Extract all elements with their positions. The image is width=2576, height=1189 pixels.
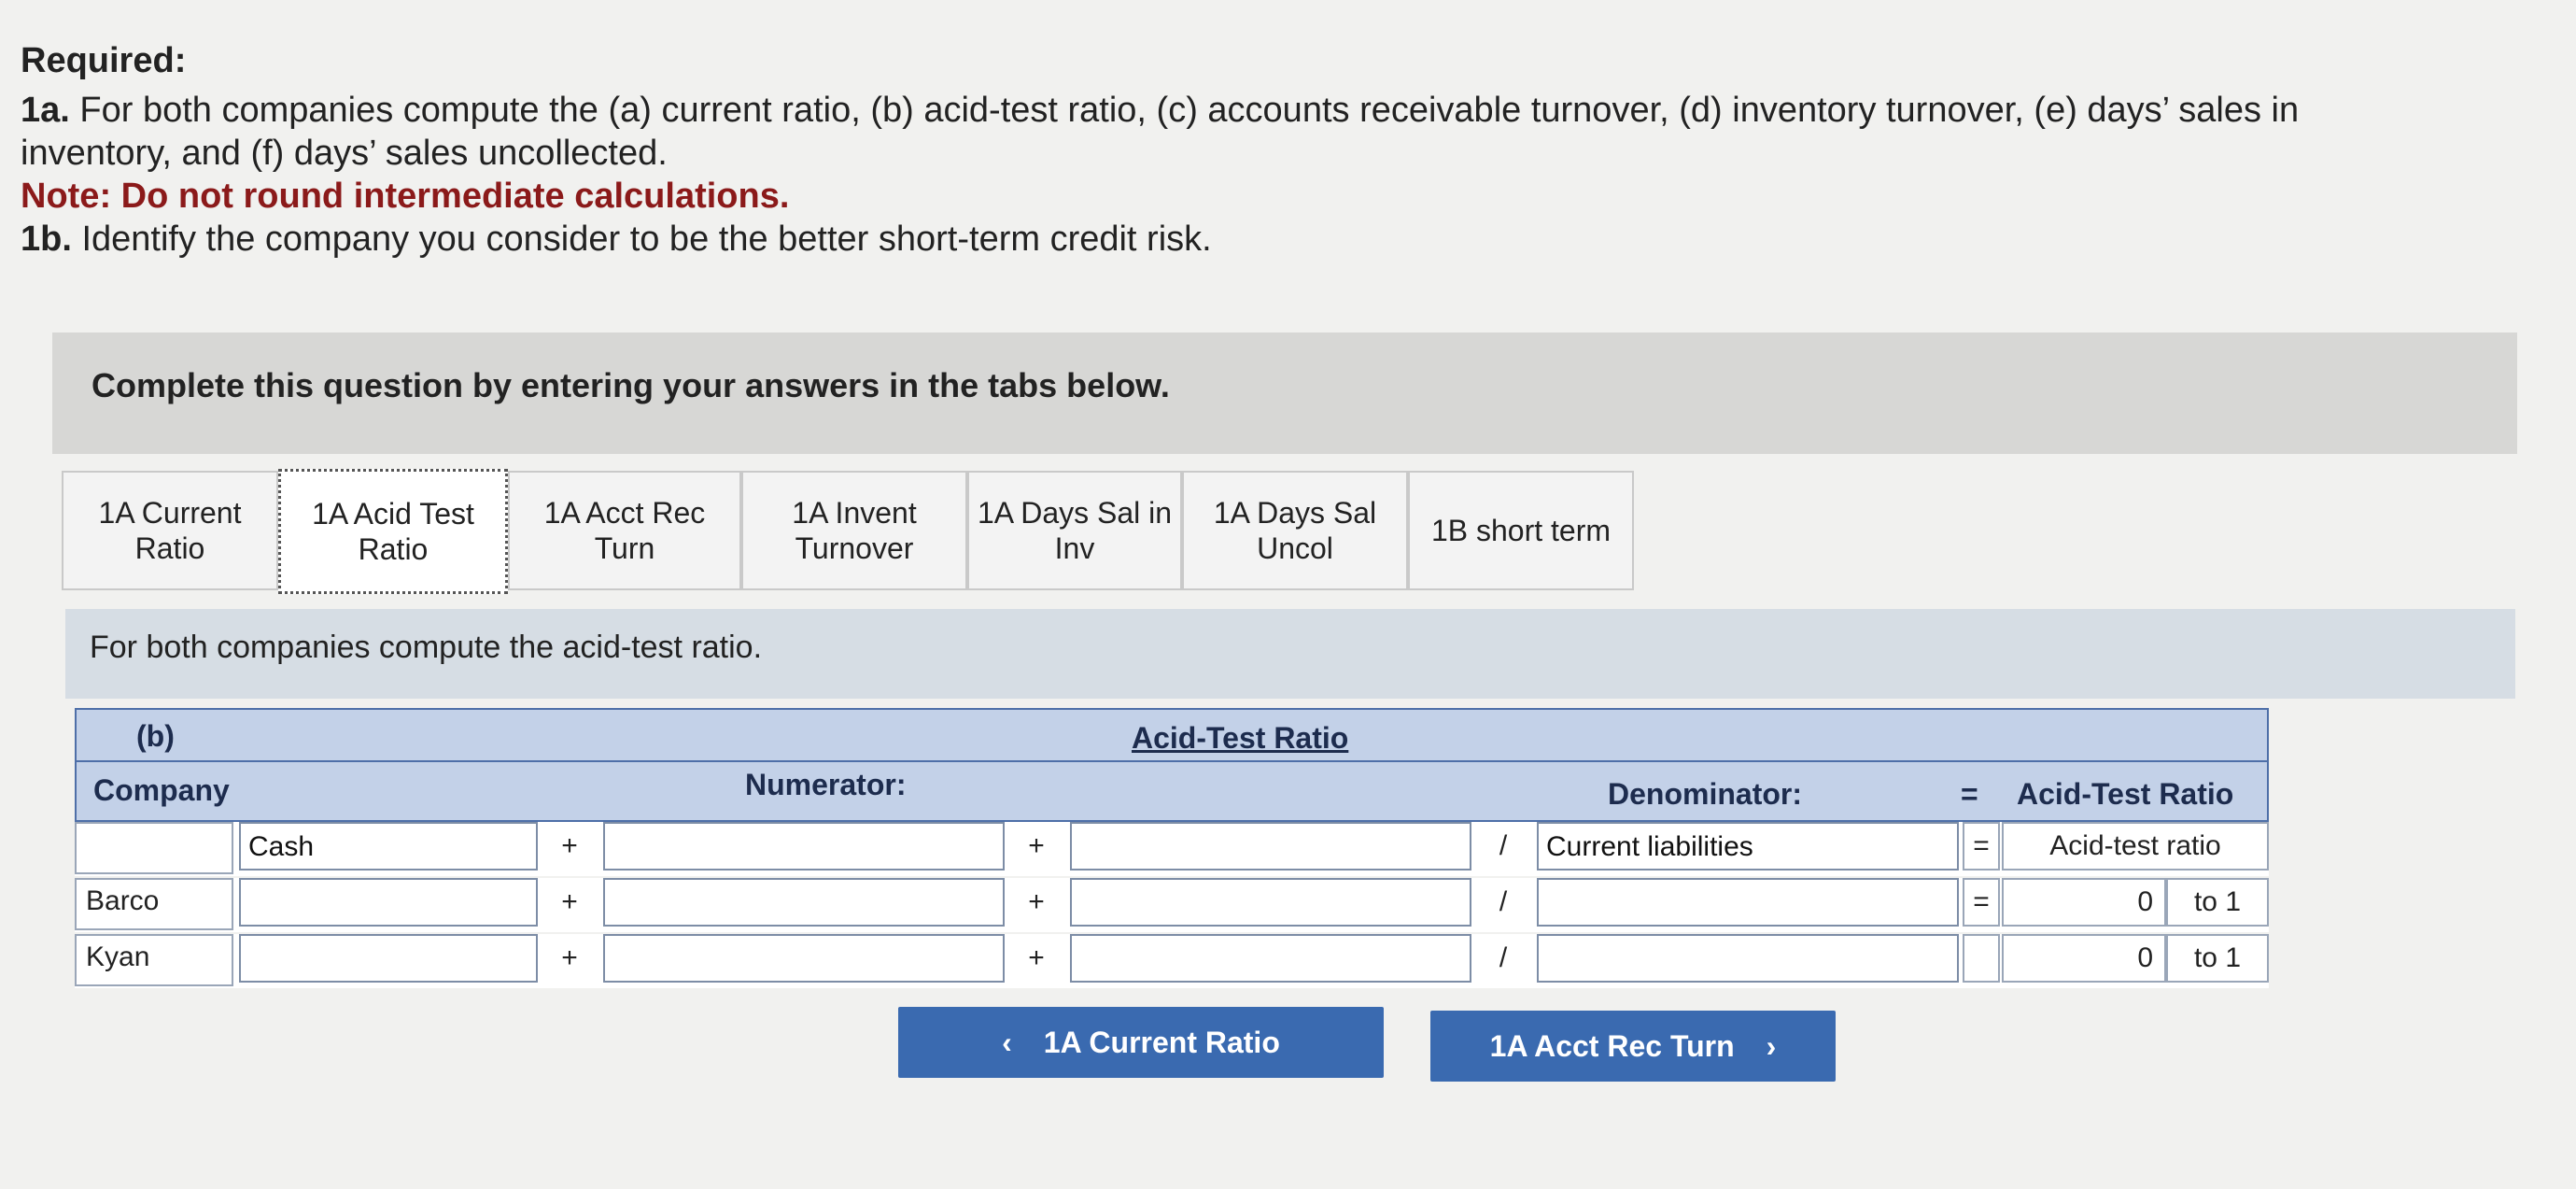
kyan-numerator-3[interactable]	[1070, 934, 1471, 983]
kyan-numerator-1[interactable]	[239, 934, 538, 983]
divide-sign: /	[1499, 830, 1508, 861]
table-title: Acid-Test Ratio	[1132, 721, 1349, 755]
tab-days-sal-uncol[interactable]: 1A Days Sal Uncol	[1182, 471, 1408, 590]
equals-sign	[1963, 934, 2000, 983]
required-title: Required:	[21, 41, 187, 80]
equals-header: =	[1961, 777, 1978, 811]
kyan-numerator-2[interactable]	[603, 934, 1005, 983]
header-row-1: (b) Acid-Test Ratio	[75, 708, 2269, 762]
kyan-denominator[interactable]	[1537, 934, 1959, 983]
rounding-note: Note: Do not round intermediate calculat…	[21, 177, 790, 216]
barco-numerator-1[interactable]	[239, 878, 538, 927]
plus-sign: +	[1028, 886, 1045, 917]
requirement-1b: 1b. Identify the company you consider to…	[21, 218, 2392, 261]
plus-sign: +	[561, 886, 578, 917]
result-label: Acid-test ratio	[2002, 822, 2269, 871]
ratio-suffix: to 1	[2166, 934, 2269, 983]
plus-sign: +	[1028, 830, 1045, 861]
tab-days-sal-inv[interactable]: 1A Days Sal in Inv	[967, 471, 1182, 590]
prev-tab-button[interactable]: ‹ 1A Current Ratio	[898, 1007, 1384, 1078]
plus-sign: +	[561, 942, 578, 973]
barco-denominator[interactable]	[1537, 878, 1959, 927]
equals-sign: =	[1963, 822, 2000, 871]
tab-acid-test-ratio[interactable]: 1A Acid Test Ratio	[278, 469, 508, 594]
company-row-kyan: Kyan + + / 0 to 1	[75, 934, 2269, 988]
prev-tab-label: 1A Current Ratio	[1043, 1025, 1280, 1059]
tab-current-ratio[interactable]: 1A Current Ratio	[62, 471, 278, 590]
requirements: Required: 1a. For both companies compute…	[21, 41, 2392, 261]
header-row-2: Company Numerator: Denominator: = Acid-T…	[75, 762, 2269, 822]
divide-sign: /	[1499, 942, 1508, 973]
label-row: Cash + + / Current liabilities = Acid-te…	[75, 822, 2269, 876]
numerator-label-2[interactable]	[603, 822, 1005, 871]
chevron-left-icon: ‹	[1002, 1025, 1012, 1059]
barco-numerator-3[interactable]	[1070, 878, 1471, 927]
divide-sign: /	[1499, 886, 1508, 917]
company-header: Company	[93, 773, 230, 807]
requirement-1a-prefix: 1a.	[21, 91, 70, 130]
requirement-1a-text: For both companies compute the (a) curre…	[21, 91, 2300, 173]
tab-acct-rec-turn[interactable]: 1A Acct Rec Turn	[508, 471, 741, 590]
denominator-header: Denominator:	[1608, 777, 1802, 811]
label-row-company	[75, 822, 233, 874]
next-tab-button[interactable]: 1A Acct Rec Turn ›	[1430, 1011, 1836, 1082]
requirement-1a: 1a. For both companies compute the (a) c…	[21, 89, 2392, 175]
requirement-1b-text: Identify the company you consider to be …	[81, 219, 1212, 259]
requirement-1b-prefix: 1b.	[21, 219, 72, 259]
tab-instruction: For both companies compute the acid-test…	[65, 609, 2515, 699]
band-text: Complete this question by entering your …	[91, 366, 1170, 404]
instruction-band: Complete this question by entering your …	[52, 333, 2517, 454]
result-header: Acid-Test Ratio	[2017, 777, 2234, 811]
plus-sign: +	[1028, 942, 1045, 973]
numerator-label-3[interactable]	[1070, 822, 1471, 871]
barco-ratio-value: 0	[2002, 878, 2166, 927]
next-tab-label: 1A Acct Rec Turn	[1489, 1028, 1735, 1063]
equals-sign: =	[1963, 878, 2000, 927]
denominator-label[interactable]: Current liabilities	[1537, 822, 1959, 871]
company-name: Kyan	[75, 934, 233, 986]
acid-test-grid: (b) Acid-Test Ratio Company Numerator: D…	[75, 708, 2269, 988]
chevron-right-icon: ›	[1766, 1028, 1777, 1063]
ratio-suffix: to 1	[2166, 878, 2269, 927]
part-label: (b)	[136, 719, 175, 753]
plus-sign: +	[561, 830, 578, 861]
company-row-barco: Barco + + / = 0 to 1	[75, 878, 2269, 932]
tab-short-term[interactable]: 1B short term	[1408, 471, 1634, 590]
company-name: Barco	[75, 878, 233, 930]
numerator-header: Numerator:	[745, 768, 907, 801]
barco-numerator-2[interactable]	[603, 878, 1005, 927]
tab-invent-turnover[interactable]: 1A Invent Turnover	[741, 471, 967, 590]
kyan-ratio-value: 0	[2002, 934, 2166, 983]
instruction-text: For both companies compute the acid-test…	[90, 630, 763, 665]
numerator-label-1[interactable]: Cash	[239, 822, 538, 871]
